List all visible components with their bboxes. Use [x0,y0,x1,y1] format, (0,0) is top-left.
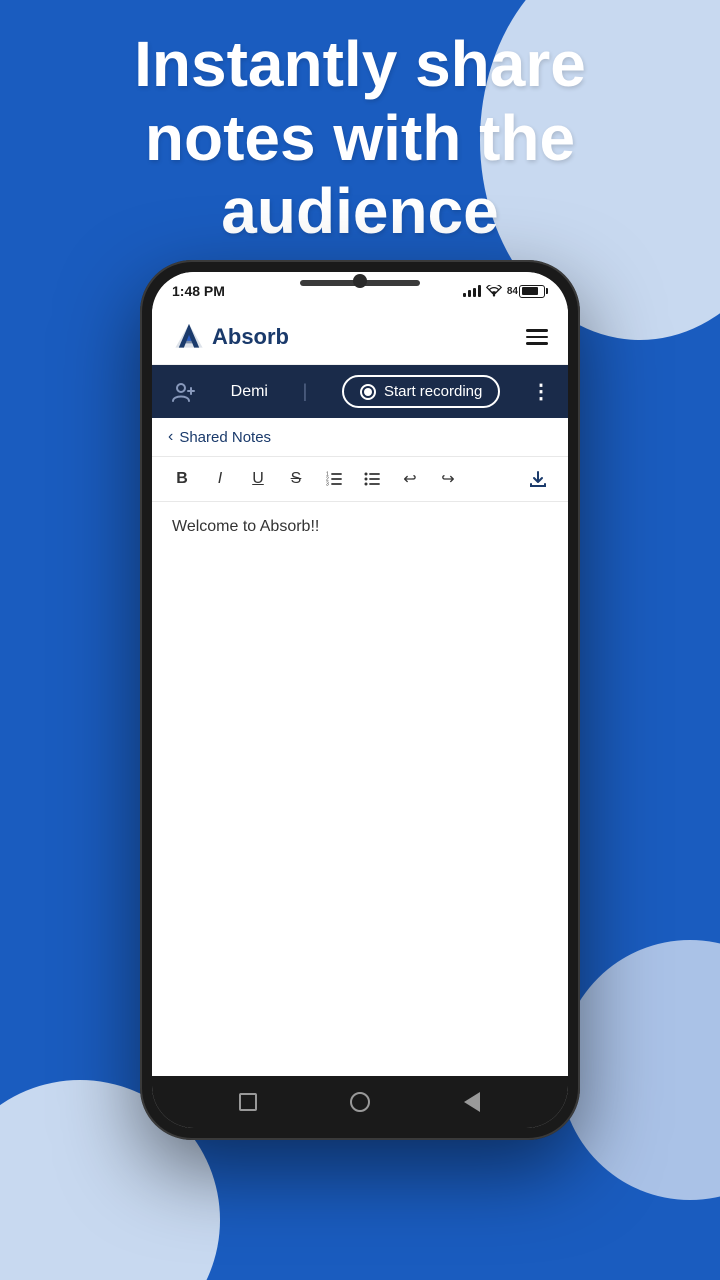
app-content: Absorb [152,310,568,1076]
back-arrow-icon[interactable]: ‹ [168,428,173,446]
toolbar-ordered-list-button[interactable]: 1 2 3 [320,465,348,493]
note-text: Welcome to Absorb!! [172,518,319,535]
app-logo: Absorb [172,322,289,352]
wifi-icon [486,285,502,297]
app-logo-text: Absorb [212,324,289,350]
recent-apps-button[interactable] [234,1088,262,1116]
phone-frame: 1:48 PM 84 [140,260,580,1140]
headline: Instantly share notes with the audience [0,28,720,249]
home-button[interactable] [346,1088,374,1116]
phone-camera [353,274,367,288]
phone-mockup: 1:48 PM 84 [140,260,580,1140]
note-content-area[interactable]: Welcome to Absorb!! [152,502,568,1076]
status-icons: 84 [463,285,548,298]
phone-screen: 1:48 PM 84 [152,272,568,1128]
bg-decoration-bottom-right [560,940,720,1200]
start-recording-button[interactable]: Start recording [342,375,500,408]
app-header: Absorb [152,310,568,365]
toolbar-strikethrough-button[interactable]: S [282,465,310,493]
toolbar-italic-button[interactable]: I [206,465,234,493]
phone-bottom-bar [152,1076,568,1128]
status-time: 1:48 PM [172,283,225,299]
absorb-logo-icon [172,322,206,352]
toolbar-undo-button[interactable]: ↩ [396,465,424,493]
toolbar-unordered-list-button[interactable] [358,465,386,493]
recording-bar: Demi | Start recording ⋮ [152,365,568,418]
shared-notes-title: Shared Notes [179,429,271,446]
svg-text:3: 3 [326,482,329,488]
record-dot-icon [360,384,376,400]
divider: | [303,381,308,402]
toolbar-download-button[interactable] [524,465,552,493]
toolbar-underline-button[interactable]: U [244,465,272,493]
back-button[interactable] [458,1088,486,1116]
more-options-icon[interactable]: ⋮ [531,379,552,404]
toolbar-bold-button[interactable]: B [168,465,196,493]
signal-icon [463,285,481,297]
presenter-name: Demi [231,383,268,401]
start-recording-label: Start recording [384,383,482,400]
battery-icon: 84 [507,285,548,298]
toolbar-redo-button[interactable]: ↪ [434,465,462,493]
editor-toolbar: B I U S 1 2 3 [152,457,568,502]
hamburger-menu-button[interactable] [526,329,548,345]
participant-icon [168,376,200,408]
shared-notes-header: ‹ Shared Notes [152,418,568,457]
headline-text: Instantly share notes with the audience [60,28,660,249]
